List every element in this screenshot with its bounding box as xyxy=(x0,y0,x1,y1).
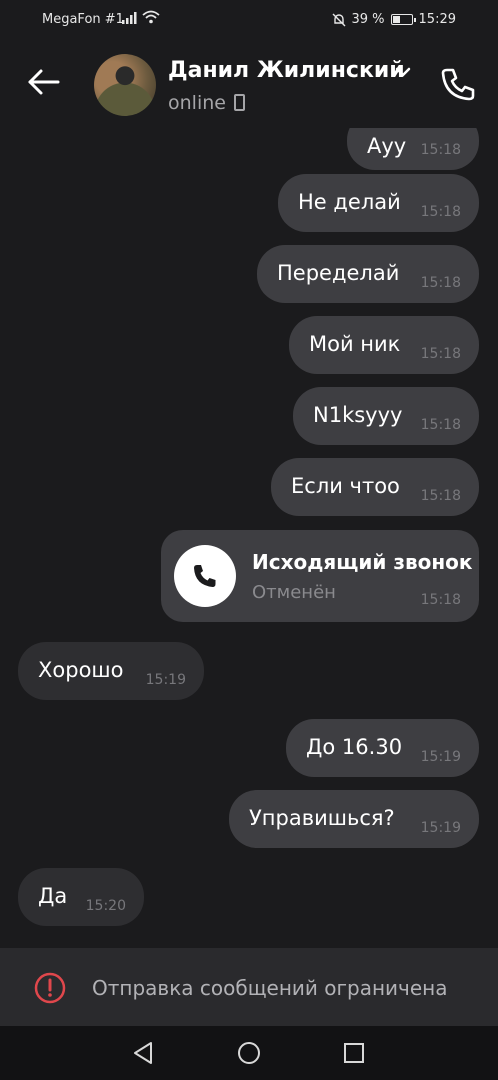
message-bubble[interactable]: Управишься? 15:19 xyxy=(229,790,479,848)
message-bubble[interactable]: Хорошо 15:19 xyxy=(18,642,204,700)
message-bubble[interactable]: Если чтоо 15:18 xyxy=(271,458,479,516)
chat-header: Данил Жилинский online xyxy=(0,40,498,128)
message-text: N1ksyyy xyxy=(313,403,403,427)
message-time: 15:19 xyxy=(420,820,461,836)
call-icon-circle xyxy=(174,545,236,607)
message-text: Если чтоо xyxy=(291,474,400,498)
message-time: 15:19 xyxy=(145,672,186,688)
contact-status: online xyxy=(168,92,226,114)
chevron-down-icon[interactable] xyxy=(395,66,411,78)
silent-bell-icon xyxy=(332,13,345,26)
phone-icon xyxy=(194,565,216,587)
message-time: 15:18 xyxy=(420,417,461,433)
nav-back-icon[interactable] xyxy=(131,1040,157,1066)
carrier-label: MegaFon #1 xyxy=(42,12,124,27)
message-text: До 16.30 xyxy=(306,735,403,759)
message-text: Управишься? xyxy=(249,806,395,830)
message-bubble[interactable]: До 16.30 15:19 xyxy=(286,719,479,777)
mobile-device-icon xyxy=(234,94,245,111)
message-text: Мой ник xyxy=(309,332,401,356)
signal-icon xyxy=(122,12,137,24)
message-bubble[interactable]: Ауу 15:18 xyxy=(347,128,479,170)
alert-circle-icon xyxy=(34,972,66,1004)
message-text: Да xyxy=(38,884,68,908)
message-list[interactable]: Ауу 15:18 Не делай 15:18 Переделай 15:18… xyxy=(0,128,498,948)
message-time: 15:18 xyxy=(420,488,461,504)
message-bubble[interactable]: Переделай 15:18 xyxy=(257,245,479,303)
message-time: 15:18 xyxy=(420,592,461,608)
message-time: 15:20 xyxy=(85,898,126,914)
message-bubble[interactable]: N1ksyyy 15:18 xyxy=(293,387,479,445)
message-time: 15:18 xyxy=(420,142,461,158)
message-bubble[interactable]: Не делай 15:18 xyxy=(278,174,479,232)
message-time: 15:18 xyxy=(420,346,461,362)
message-text: Не делай xyxy=(298,190,401,214)
message-text: Ауу xyxy=(367,134,407,158)
status-bar: MegaFon #1 39 % 15:29 xyxy=(0,0,498,40)
back-arrow-icon[interactable] xyxy=(24,62,64,102)
message-time: 15:19 xyxy=(420,749,461,765)
battery-percent: 39 % xyxy=(351,12,385,27)
message-time: 15:18 xyxy=(420,275,461,291)
contact-name[interactable]: Данил Жилинский xyxy=(168,58,405,83)
phone-icon[interactable] xyxy=(438,64,478,104)
call-status: Отменён xyxy=(252,582,336,603)
message-time: 15:18 xyxy=(420,204,461,220)
clock: 15:29 xyxy=(418,12,456,27)
message-text: Хорошо xyxy=(38,658,124,682)
system-nav-bar xyxy=(0,1026,498,1080)
nav-home-icon[interactable] xyxy=(236,1040,262,1066)
restriction-banner: Отправка сообщений ограничена xyxy=(0,948,498,1026)
wifi-icon xyxy=(142,10,160,24)
call-title: Исходящий звонок xyxy=(252,550,473,574)
restriction-text: Отправка сообщений ограничена xyxy=(92,976,448,1000)
message-bubble[interactable]: Да 15:20 xyxy=(18,868,144,926)
call-message[interactable]: Исходящий звонок Отменён 15:18 xyxy=(161,530,479,622)
battery-icon xyxy=(390,14,416,25)
avatar[interactable] xyxy=(94,54,156,116)
nav-recents-icon[interactable] xyxy=(341,1040,367,1066)
message-text: Переделай xyxy=(277,261,400,285)
message-bubble[interactable]: Мой ник 15:18 xyxy=(289,316,479,374)
